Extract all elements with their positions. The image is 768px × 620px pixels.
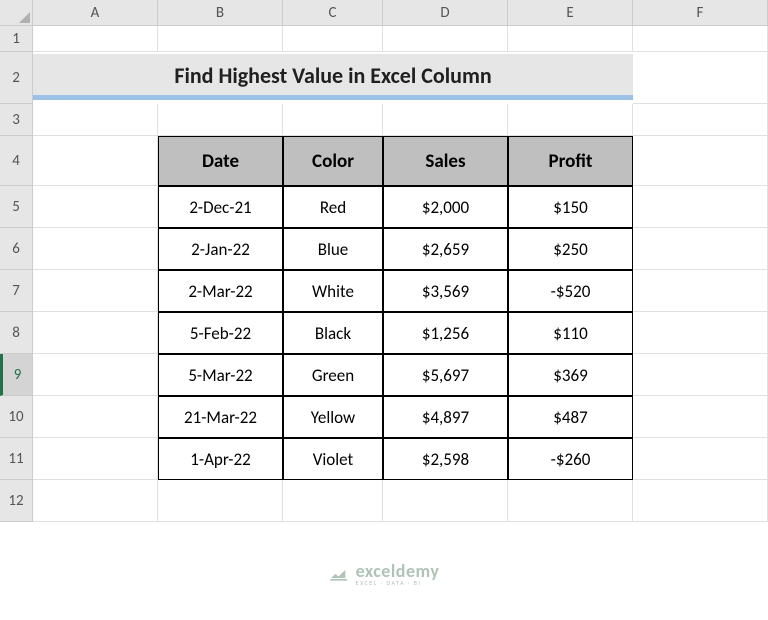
cell-F11[interactable]	[633, 438, 768, 480]
cell-F4[interactable]	[633, 136, 768, 186]
table-cell[interactable]: Blue	[283, 228, 383, 270]
table-cell[interactable]: Yellow	[283, 396, 383, 438]
row-header-6[interactable]: 6	[0, 228, 33, 270]
table-cell[interactable]: $5,697	[383, 354, 508, 396]
row-header-5[interactable]: 5	[0, 186, 33, 228]
cell-B1[interactable]	[158, 26, 283, 52]
col-header-E[interactable]: E	[508, 0, 633, 26]
cell-A11[interactable]	[33, 438, 158, 480]
cell-A4[interactable]	[33, 136, 158, 186]
row-header-7[interactable]: 7	[0, 270, 33, 312]
row-header-9[interactable]: 9	[0, 354, 33, 396]
watermark-main: exceldemy	[356, 562, 440, 580]
table-cell[interactable]: 5-Feb-22	[158, 312, 283, 354]
table-cell[interactable]: $4,897	[383, 396, 508, 438]
table-cell[interactable]: $1,256	[383, 312, 508, 354]
cell-C3[interactable]	[283, 104, 383, 136]
table-cell[interactable]: $2,598	[383, 438, 508, 480]
row-header-10[interactable]: 10	[0, 396, 33, 438]
cell-F8[interactable]	[633, 312, 768, 354]
cell-F9[interactable]	[633, 354, 768, 396]
table-cell[interactable]: 2-Mar-22	[158, 270, 283, 312]
col-header-D[interactable]: D	[383, 0, 508, 26]
logo-icon	[329, 564, 349, 584]
cell-F2[interactable]	[633, 52, 768, 104]
table-cell[interactable]: Green	[283, 354, 383, 396]
table-header-color[interactable]: Color	[283, 136, 383, 186]
table-cell[interactable]: -$260	[508, 438, 633, 480]
row-header-8[interactable]: 8	[0, 312, 33, 354]
table-cell[interactable]: -$520	[508, 270, 633, 312]
table-cell[interactable]: 2-Dec-21	[158, 186, 283, 228]
cell-A1[interactable]	[33, 26, 158, 52]
table-cell[interactable]: 21-Mar-22	[158, 396, 283, 438]
col-header-C[interactable]: C	[283, 0, 383, 26]
table-cell[interactable]: Violet	[283, 438, 383, 480]
watermark: exceldemy EXCEL · DATA · BI	[329, 562, 440, 586]
col-header-A[interactable]: A	[33, 0, 158, 26]
cell-A3[interactable]	[33, 104, 158, 136]
table-cell[interactable]: 1-Apr-22	[158, 438, 283, 480]
col-header-B[interactable]: B	[158, 0, 283, 26]
cell-D12[interactable]	[383, 480, 508, 522]
cell-A8[interactable]	[33, 312, 158, 354]
table-cell[interactable]: $2,659	[383, 228, 508, 270]
cell-A9[interactable]	[33, 354, 158, 396]
cell-C1[interactable]	[283, 26, 383, 52]
cell-F7[interactable]	[633, 270, 768, 312]
table-cell[interactable]: 5-Mar-22	[158, 354, 283, 396]
cell-F6[interactable]	[633, 228, 768, 270]
row-header-11[interactable]: 11	[0, 438, 33, 480]
table-cell[interactable]: $3,569	[383, 270, 508, 312]
table-cell[interactable]: $369	[508, 354, 633, 396]
cell-E1[interactable]	[508, 26, 633, 52]
cell-B3[interactable]	[158, 104, 283, 136]
row-header-12[interactable]: 12	[0, 480, 33, 522]
table-cell[interactable]: Red	[283, 186, 383, 228]
cell-C12[interactable]	[283, 480, 383, 522]
table-cell[interactable]: $2,000	[383, 186, 508, 228]
cell-F10[interactable]	[633, 396, 768, 438]
cell-F12[interactable]	[633, 480, 768, 522]
cell-B12[interactable]	[158, 480, 283, 522]
spreadsheet-grid: A B C D E F 1 2 Find Highest Value in Ex…	[0, 0, 768, 522]
watermark-sub: EXCEL · DATA · BI	[356, 580, 440, 586]
cell-D1[interactable]	[383, 26, 508, 52]
cell-A7[interactable]	[33, 270, 158, 312]
page-title: Find Highest Value in Excel Column	[33, 54, 633, 100]
title-merged-cell[interactable]: Find Highest Value in Excel Column	[33, 52, 633, 104]
cell-E3[interactable]	[508, 104, 633, 136]
table-cell[interactable]: $250	[508, 228, 633, 270]
table-cell[interactable]: Black	[283, 312, 383, 354]
table-cell[interactable]: $150	[508, 186, 633, 228]
row-header-2[interactable]: 2	[0, 52, 33, 104]
cell-F1[interactable]	[633, 26, 768, 52]
cell-A6[interactable]	[33, 228, 158, 270]
cell-A12[interactable]	[33, 480, 158, 522]
table-cell[interactable]: $487	[508, 396, 633, 438]
row-header-3[interactable]: 3	[0, 104, 33, 136]
col-header-F[interactable]: F	[633, 0, 768, 26]
table-cell[interactable]: 2-Jan-22	[158, 228, 283, 270]
cell-F3[interactable]	[633, 104, 768, 136]
table-header-sales[interactable]: Sales	[383, 136, 508, 186]
table-cell[interactable]: $110	[508, 312, 633, 354]
row-header-1[interactable]: 1	[0, 26, 33, 52]
cell-D3[interactable]	[383, 104, 508, 136]
table-cell[interactable]: White	[283, 270, 383, 312]
cell-A10[interactable]	[33, 396, 158, 438]
cell-E12[interactable]	[508, 480, 633, 522]
cell-A5[interactable]	[33, 186, 158, 228]
cell-F5[interactable]	[633, 186, 768, 228]
row-header-4[interactable]: 4	[0, 136, 33, 186]
table-header-profit[interactable]: Profit	[508, 136, 633, 186]
select-all-corner[interactable]	[0, 0, 33, 26]
table-header-date[interactable]: Date	[158, 136, 283, 186]
